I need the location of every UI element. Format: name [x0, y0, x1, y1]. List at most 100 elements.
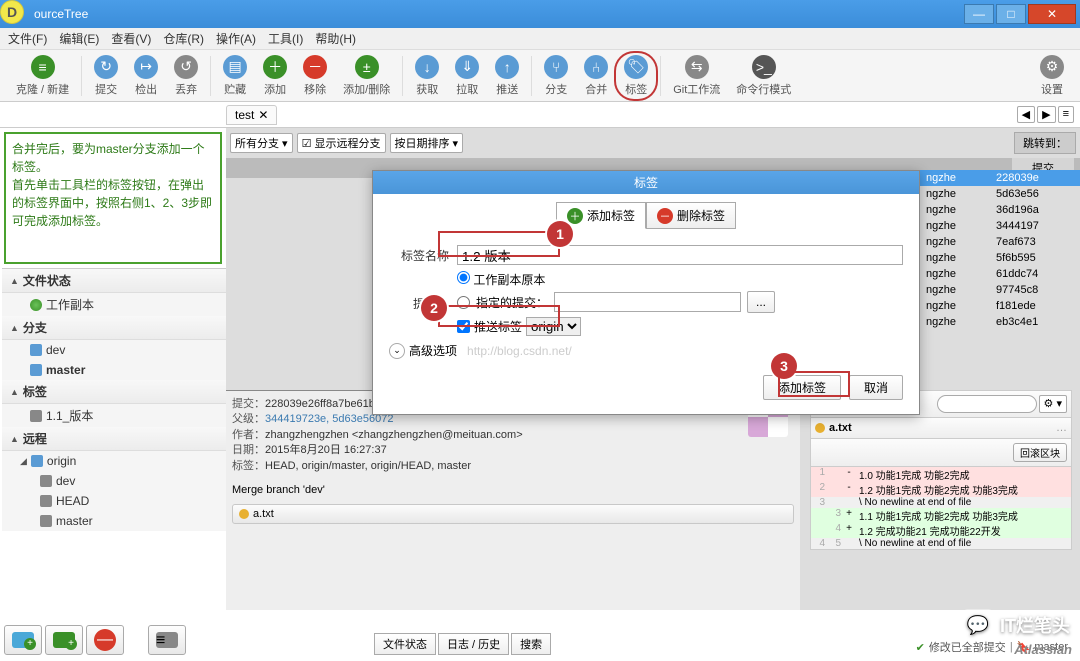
commit-row[interactable]: ngzhe36d196a [920, 202, 1080, 218]
instructions-box: 合并完后，要为master分支添加一个标签。首先单击工具栏的标签按钮，在弹出的标… [4, 132, 222, 264]
toolbar-settings[interactable]: ⚙设置 [1032, 53, 1072, 99]
tree-workingcopy[interactable]: 工作副本 [2, 293, 226, 316]
filter-remote[interactable]: ☑ 显示远程分支 [297, 133, 386, 153]
plus-icon: ＋ [567, 208, 583, 224]
diff-line: 2-1.2 功能1完成 功能2完成 功能3完成 [811, 482, 1071, 497]
tree-origin-master[interactable]: master [2, 511, 226, 531]
repo-tabs: test ✕ ◀ ▶ ≡ [0, 102, 1080, 128]
tree-branch-master[interactable]: master [2, 360, 226, 380]
tab-delete-tag[interactable]: － 删除标签 [646, 202, 736, 229]
wechat-icon: 💬 [962, 609, 994, 641]
atlassian-brand: Atlassian [1014, 642, 1072, 657]
toolbar-获取[interactable]: ↓获取 [407, 53, 447, 99]
menu-tools[interactable]: 工具(I) [268, 30, 303, 47]
minimize-button[interactable]: — [964, 4, 994, 24]
menu-help[interactable]: 帮助(H) [315, 30, 356, 47]
commit-row[interactable]: ngzhe7eaf673 [920, 234, 1080, 250]
minus-icon: － [657, 208, 673, 224]
tab-history[interactable]: 日志 / 历史 [438, 633, 509, 655]
new-folder-button[interactable] [45, 625, 83, 655]
tab-filestate[interactable]: 文件状态 [374, 633, 436, 655]
commit-row[interactable]: ngzhe97745c8 [920, 282, 1080, 298]
commit-row[interactable]: ngzhe3444197 [920, 218, 1080, 234]
toolbar-拉取[interactable]: ⇓拉取 [447, 53, 487, 99]
menu-edit[interactable]: 编辑(E) [59, 30, 99, 47]
repo-tab[interactable]: test ✕ [226, 105, 277, 125]
toolbar-提交[interactable]: ↻提交 [86, 53, 126, 99]
close-tab-icon[interactable]: ✕ [258, 108, 268, 122]
diff-line: 4+1.2 完成功能21 完成功能22开发 [811, 523, 1071, 538]
file-modified-icon [239, 509, 249, 519]
advanced-toggle[interactable]: ⌄ [389, 343, 405, 359]
rollback-button[interactable]: 回滚区块 [1013, 443, 1067, 462]
step1-box [438, 231, 560, 257]
nav-menu[interactable]: ≡ [1058, 106, 1074, 123]
step3-box [778, 371, 850, 397]
toolbar-检出[interactable]: ↦检出 [126, 53, 166, 99]
menu-view[interactable]: 查看(V) [111, 30, 151, 47]
menu-action[interactable]: 操作(A) [216, 30, 256, 47]
window-title: ourceTree [34, 7, 88, 21]
commit-row[interactable]: ngzhef181ede [920, 298, 1080, 314]
commit-row[interactable]: ngzhe228039e [920, 170, 1080, 186]
diff-search[interactable] [937, 395, 1037, 413]
step2-box [438, 305, 560, 327]
list-mode-button[interactable]: ≡ [148, 625, 186, 655]
file-modified-icon [815, 423, 825, 433]
specified-commit-input[interactable] [554, 292, 741, 312]
toolbar-推送[interactable]: ↑推送 [487, 53, 527, 99]
toolbar-丢弃[interactable]: ↺丢弃 [166, 53, 206, 99]
filter-bar: 所有分支 ▾ ☑ 显示远程分支 按日期排序 ▾ 跳转到： [226, 128, 1080, 158]
menu-file[interactable]: 文件(F) [8, 30, 47, 47]
bottom-tabs: 文件状态 日志 / 历史 搜索 [374, 633, 551, 655]
tree-origin-dev[interactable]: dev [2, 471, 226, 491]
filter-branch[interactable]: 所有分支 ▾ [230, 133, 293, 153]
details-file[interactable]: a.txt [232, 504, 794, 524]
commit-row[interactable]: ngzhe61ddc74 [920, 266, 1080, 282]
advanced-label: 高级选项 [409, 342, 457, 359]
toolbar-添加/删除[interactable]: ±添加/删除 [335, 53, 398, 99]
nav-back[interactable]: ◀ [1017, 106, 1035, 123]
nav-fwd[interactable]: ▶ [1037, 106, 1055, 123]
sidebar-tree: ▲文件状态 工作副本 ▲分支 dev master ▲标签 1.1_版本 ▲远程… [0, 268, 226, 610]
tab-search[interactable]: 搜索 [511, 633, 551, 655]
commit-row[interactable]: ngzheeb3c4e1 [920, 314, 1080, 330]
commit-row[interactable]: ngzhe5d63e56 [920, 186, 1080, 202]
commit-row[interactable]: ngzhe5f6b595 [920, 250, 1080, 266]
diff-settings-icon[interactable]: ⚙ ▾ [1039, 395, 1067, 413]
new-repo-button[interactable] [4, 625, 42, 655]
toolbar-移除[interactable]: －移除 [295, 53, 335, 99]
tree-remotes[interactable]: ▲远程 [2, 427, 226, 451]
toolbar-分支[interactable]: ⑂分支 [536, 53, 576, 99]
app-badge: D [0, 0, 24, 24]
toolbar-Git工作流[interactable]: ⇆Git工作流 [665, 53, 728, 99]
modal-title: 标签 [373, 171, 919, 194]
tree-branch-dev[interactable]: dev [2, 340, 226, 360]
menu-repo[interactable]: 仓库(R) [163, 30, 204, 47]
tree-filestate[interactable]: ▲文件状态 [2, 269, 226, 293]
toolbar-命令行模式[interactable]: >_命令行模式 [728, 53, 799, 99]
step1-badge: 1 [547, 221, 573, 247]
toolbar-贮藏[interactable]: ▤贮藏 [215, 53, 255, 99]
tree-origin-head[interactable]: HEAD [2, 491, 226, 511]
delete-button[interactable]: — [86, 625, 124, 655]
step2-badge: 2 [421, 295, 447, 321]
toolbar-添加[interactable]: ＋添加 [255, 53, 295, 99]
toolbar-克隆 / 新建[interactable]: ≡克隆 / 新建 [8, 53, 77, 99]
jump-to[interactable]: 跳转到： [1014, 132, 1076, 154]
tree-origin[interactable]: ◢origin [2, 451, 226, 471]
toolbar-合并[interactable]: ⑃合并 [576, 53, 616, 99]
maximize-button[interactable]: □ [996, 4, 1026, 24]
close-button[interactable]: ✕ [1028, 4, 1076, 24]
tree-tags[interactable]: ▲标签 [2, 380, 226, 404]
browse-commit-button[interactable]: ... [747, 291, 775, 313]
radio-working-copy[interactable] [457, 271, 470, 284]
tree-branches[interactable]: ▲分支 [2, 316, 226, 340]
filter-sort[interactable]: 按日期排序 ▾ [390, 133, 464, 153]
modal-body: 标签名称 提交： 工作副本原本 指定的提交： ... 推送标签 origin [373, 237, 919, 367]
status-check-icon: ✔ [916, 641, 925, 654]
cancel-button[interactable]: 取消 [849, 375, 903, 400]
tree-tag-11[interactable]: 1.1_版本 [2, 404, 226, 427]
toolbar-标签[interactable]: 🏷标签 [616, 53, 656, 99]
menu-bar: 文件(F) 编辑(E) 查看(V) 仓库(R) 操作(A) 工具(I) 帮助(H… [0, 28, 1080, 50]
